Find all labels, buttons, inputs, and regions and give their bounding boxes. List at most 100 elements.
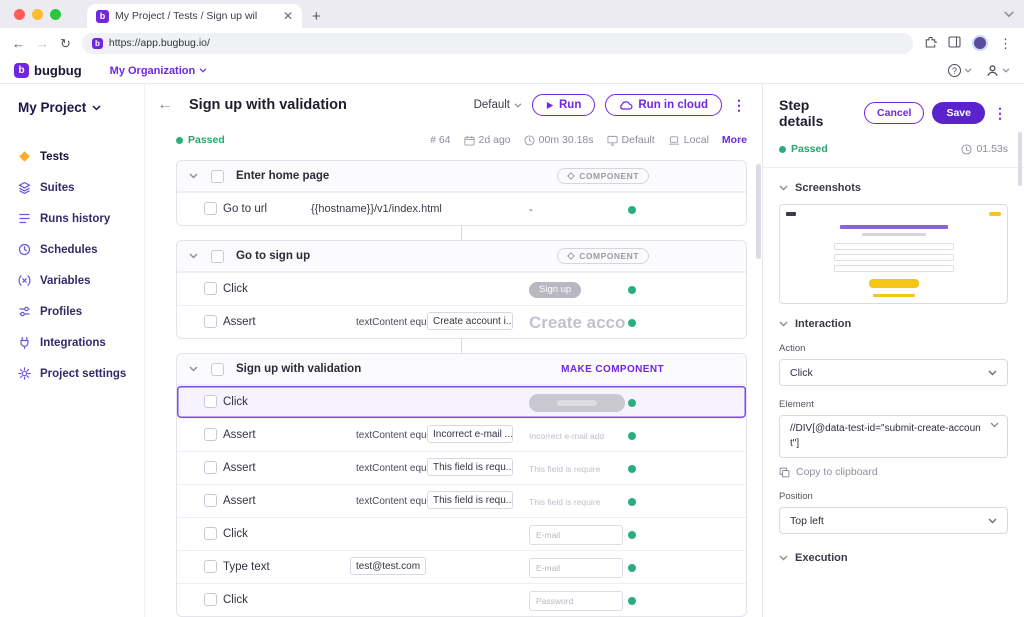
test-menu-kebab-icon[interactable]: ⋮ — [732, 97, 747, 114]
gear-icon — [18, 367, 31, 380]
group-connector-line — [461, 226, 462, 240]
step-checkbox[interactable] — [204, 527, 217, 540]
collapse-chevron-icon[interactable] — [189, 253, 198, 259]
position-select[interactable]: Top left — [779, 507, 1008, 534]
main-scrollbar-thumb[interactable] — [756, 164, 761, 259]
panel-scrollbar-thumb[interactable] — [1018, 132, 1022, 186]
browser-menu-kebab-icon[interactable]: ⋮ — [999, 37, 1012, 50]
collapse-chevron-icon[interactable] — [189, 366, 198, 372]
step-group-header[interactable]: Enter home page COMPONENT — [177, 161, 746, 192]
back-arrow-icon[interactable]: ← — [157, 96, 173, 114]
execution-section-header[interactable]: Execution — [779, 552, 1008, 564]
tab-list-chevron-icon[interactable] — [1004, 11, 1014, 18]
run-in-cloud-button[interactable]: Run in cloud — [605, 94, 722, 116]
collapse-chevron-icon[interactable] — [189, 173, 198, 179]
screenshots-section-header[interactable]: Screenshots — [779, 182, 1008, 194]
sidebar-item-variables[interactable]: Variables — [18, 265, 144, 296]
step-preview-text: This field is require — [529, 497, 600, 507]
sidebar-item-runs-history[interactable]: Runs history — [18, 203, 144, 234]
extensions-puzzle-icon[interactable] — [924, 36, 937, 51]
group-checkbox[interactable] — [211, 363, 224, 376]
step-passed-dot — [628, 206, 636, 214]
sidebar-item-label: Project settings — [40, 368, 126, 380]
step-checkbox[interactable] — [204, 315, 217, 328]
step-screenshot-thumbnail[interactable] — [779, 204, 1008, 304]
sidebar-item-suites[interactable]: Suites — [18, 172, 144, 203]
type-text-value-input[interactable]: test@test.com — [350, 557, 426, 575]
sidebar-item-schedules[interactable]: Schedules — [18, 234, 144, 265]
action-select[interactable]: Click — [779, 359, 1008, 386]
step-checkbox[interactable] — [204, 202, 217, 215]
organization-dropdown[interactable]: My Organization — [110, 65, 208, 77]
new-tab-button[interactable]: + — [312, 8, 321, 25]
step-row[interactable]: Go to url {{hostname}}/v1/index.html - — [177, 192, 746, 225]
step-group: Go to sign up COMPONENT Click Sign up — [176, 240, 747, 339]
step-passed-dot — [628, 399, 636, 407]
copy-to-clipboard-link[interactable]: Copy to clipboard — [779, 466, 1008, 478]
step-checkbox[interactable] — [204, 282, 217, 295]
step-checkbox[interactable] — [204, 593, 217, 606]
step-row[interactable]: Type text test@test.com E-mail — [177, 550, 746, 583]
make-component-link[interactable]: MAKE COMPONENT — [561, 364, 664, 375]
more-link[interactable]: More — [722, 134, 747, 146]
sidebar-item-profiles[interactable]: Profiles — [18, 296, 144, 327]
traffic-lights — [14, 9, 61, 20]
step-row[interactable]: Click E-mail — [177, 517, 746, 550]
run-in-cloud-button-label: Run in cloud — [638, 99, 708, 111]
group-checkbox[interactable] — [211, 250, 224, 263]
bugbug-logo[interactable]: b bugbug — [14, 63, 82, 78]
forward-icon[interactable]: → — [36, 37, 49, 50]
group-checkbox[interactable] — [211, 170, 224, 183]
sidebar-item-tests[interactable]: Tests — [18, 141, 144, 172]
step-url-value: {{hostname}}/v1/index.html — [311, 203, 442, 215]
reload-icon[interactable]: ↻ — [60, 37, 71, 50]
step-group-header[interactable]: Go to sign up COMPONENT — [177, 241, 746, 272]
side-panel-icon[interactable] — [948, 36, 961, 50]
help-menu[interactable]: ? — [948, 64, 972, 77]
element-selector-combobox[interactable]: //DIV[@data-test-id="submit-create-accou… — [779, 415, 1008, 458]
sidebar-item-project-settings[interactable]: Project settings — [18, 358, 144, 389]
back-icon[interactable]: ← — [12, 37, 25, 50]
step-row[interactable]: Assert textContent equal This field is r… — [177, 451, 746, 484]
thumb-link — [873, 294, 915, 297]
assert-value-input[interactable]: This field is requ... — [427, 491, 513, 509]
laptop-icon — [668, 135, 680, 146]
bugbug-logo-text: bugbug — [34, 63, 82, 78]
browser-tab[interactable]: b My Project / Tests / Sign up wil ✕ — [87, 4, 302, 28]
browser-profile-avatar[interactable] — [972, 35, 988, 51]
assert-value-input[interactable]: Incorrect e-mail ... — [427, 425, 513, 443]
fullscreen-window-button[interactable] — [50, 9, 61, 20]
assert-value-input[interactable]: This field is requ... — [427, 458, 513, 476]
assert-value-input[interactable]: Create account i... — [427, 312, 513, 330]
url-bar[interactable]: b https://app.bugbug.io/ — [82, 33, 913, 54]
save-button[interactable]: Save — [932, 102, 985, 124]
step-row[interactable]: Click Password — [177, 583, 746, 616]
tab-close-icon[interactable]: ✕ — [283, 9, 293, 23]
cloud-icon — [619, 100, 633, 110]
panel-menu-kebab-icon[interactable]: ⋮ — [993, 105, 1008, 122]
step-group-header[interactable]: Sign up with validation MAKE COMPONENT — [177, 354, 746, 385]
step-checkbox[interactable] — [204, 494, 217, 507]
profile-dropdown[interactable]: Default — [474, 99, 522, 111]
step-row-selected[interactable]: Click — [177, 385, 746, 418]
minimize-window-button[interactable] — [32, 9, 43, 20]
run-button[interactable]: Run — [532, 94, 595, 116]
cancel-button[interactable]: Cancel — [864, 102, 924, 124]
project-selector[interactable]: My Project — [18, 100, 144, 115]
interaction-section-header[interactable]: Interaction — [779, 318, 1008, 330]
step-checkbox[interactable] — [204, 395, 217, 408]
sidebar-item-integrations[interactable]: Integrations — [18, 327, 144, 358]
panel-title: Step details — [779, 97, 856, 129]
step-row[interactable]: Assert textContent equal This field is r… — [177, 484, 746, 517]
step-action: Assert — [223, 495, 256, 507]
close-window-button[interactable] — [14, 9, 25, 20]
user-menu[interactable] — [986, 64, 1010, 77]
step-checkbox[interactable] — [204, 428, 217, 441]
step-row[interactable]: Assert textContent equal Create account … — [177, 305, 746, 338]
step-row[interactable]: Assert textContent equal Incorrect e-mai… — [177, 418, 746, 451]
run-button-label: Run — [559, 99, 581, 111]
step-checkbox[interactable] — [204, 560, 217, 573]
step-checkbox[interactable] — [204, 461, 217, 474]
runs-history-list-icon — [18, 212, 31, 225]
step-row[interactable]: Click Sign up — [177, 272, 746, 305]
